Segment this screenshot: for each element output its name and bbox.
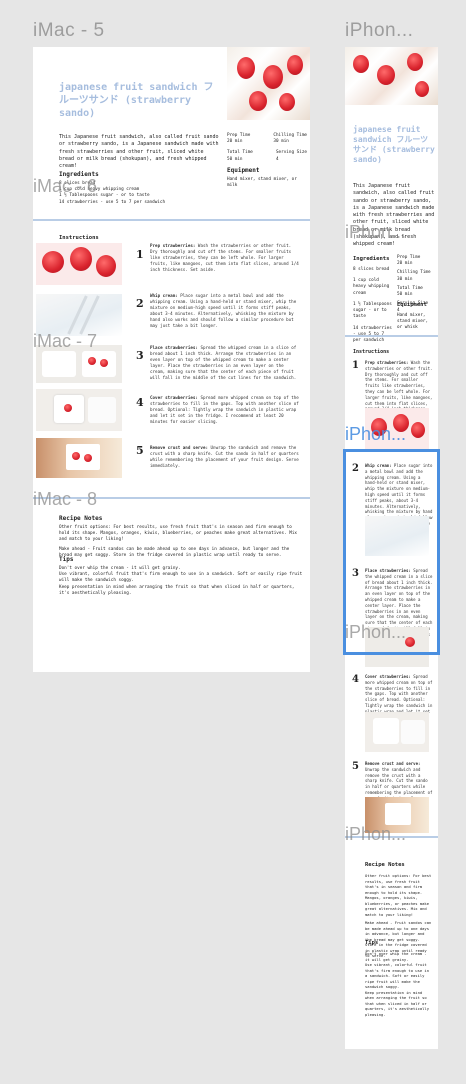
step-3-image bbox=[36, 345, 122, 383]
mobile-step-4-image bbox=[365, 712, 429, 752]
time-grid: Prep Time 20 min Chilling Time 30 min Tota… bbox=[227, 133, 307, 163]
total-time-value: 50 min bbox=[397, 292, 413, 298]
tip-item: Keep presentation in mind when arranging… bbox=[59, 584, 295, 596]
notes-block: Other fruit options: For best results, u… bbox=[59, 525, 304, 559]
mobile-step-1-image bbox=[365, 408, 429, 450]
tip-item: Keep presentation in mind when arranging… bbox=[365, 989, 430, 1017]
tip-item: Use vibrant, colorful fruit that's firm … bbox=[59, 572, 303, 584]
mobile-tips-block: Don't over whip the cream - it will get … bbox=[365, 951, 433, 1017]
step-3-text: Place strawberries: Spread the whipped c… bbox=[150, 345, 297, 381]
step-number: 4 bbox=[352, 674, 359, 685]
mobile-hero-image bbox=[345, 47, 438, 105]
mobile-recipe-title: japanese fruit sandwich フルーツサンド (strawbe… bbox=[353, 125, 435, 164]
frame-divider bbox=[345, 836, 438, 838]
mobile-equipment-value: Hand mixer, stand mixer, or whisk bbox=[397, 313, 429, 331]
ingredient-item: 1 cup cold heavy whipping cream bbox=[353, 278, 390, 296]
chill-time-value: 30 min bbox=[273, 139, 289, 145]
step-4-image bbox=[36, 389, 122, 431]
note-item: Other fruit options: For best results, u… bbox=[365, 873, 432, 917]
note-item: Make ahead - Fruit sandos can be made ah… bbox=[59, 546, 290, 558]
tip-item: Use vibrant, colorful fruit that's firm … bbox=[365, 962, 430, 989]
step-number: 1 bbox=[136, 248, 144, 261]
equipment-value: Hand mixer, stand mixer, or milk bbox=[227, 177, 297, 189]
step-number: 4 bbox=[136, 396, 144, 409]
ingredients-list: 8 slices bread 1 cup cold heavy whipping… bbox=[59, 181, 209, 206]
mobile-notes-heading: Recipe Notes bbox=[365, 862, 405, 868]
step-5-text: Remove crust and serve: Unwrap the sandw… bbox=[150, 445, 299, 469]
step-number: 2 bbox=[136, 297, 144, 310]
total-time-value: 50 min bbox=[227, 156, 243, 162]
equipment-heading: Equipment bbox=[227, 167, 260, 174]
frame-label-iphone-top[interactable]: iPhon... bbox=[345, 20, 413, 42]
step-2-image bbox=[36, 294, 122, 336]
recipe-title: japanese fruit sandwich フルーツサンド (strawbe… bbox=[59, 82, 214, 119]
ingredients-heading: Ingredients bbox=[59, 171, 99, 178]
prep-time-value: 20 min bbox=[227, 139, 243, 145]
chill-time-value: 30 min bbox=[397, 276, 413, 282]
mobile-ingredients-list: 8 slices bread 1 cup cold heavy whipping… bbox=[353, 267, 393, 344]
mobile-equipment-heading: Equipment bbox=[397, 302, 427, 308]
step-5-image bbox=[36, 438, 122, 478]
mobile-step-5-image bbox=[365, 797, 429, 833]
tips-heading: Tips bbox=[59, 556, 74, 563]
frame-label-imac-5[interactable]: iMac - 5 bbox=[33, 20, 105, 42]
servings-value: 4 bbox=[275, 156, 279, 162]
prep-time-value: 20 min bbox=[397, 261, 413, 267]
instructions-heading: Instructions bbox=[59, 235, 99, 241]
mobile-tips-heading: Tips bbox=[365, 940, 379, 946]
tip-item: Don't over whip the cream - it will get … bbox=[365, 951, 427, 962]
step-4-text: Cover strawberries: Spread more whipped … bbox=[150, 395, 299, 425]
frame-divider bbox=[33, 497, 310, 499]
note-item: Other fruit options: For best results, u… bbox=[59, 525, 297, 543]
frame-divider bbox=[345, 335, 438, 337]
desktop-frame: japanese fruit sandwich フルーツサンド (strawbe… bbox=[33, 47, 310, 672]
mobile-instructions-heading: Instructions bbox=[353, 349, 390, 355]
selected-frame-outline[interactable] bbox=[343, 449, 440, 655]
recipe-intro: This Japanese fruit sandwich, also calle… bbox=[59, 134, 219, 169]
step-number: 3 bbox=[136, 349, 144, 362]
mobile-recipe-intro: This Japanese fruit sandwich, also calle… bbox=[353, 183, 435, 247]
servings-label: Serving Size bbox=[275, 150, 307, 156]
ingredient-item: 14 strawberries - use 5 to 7 per sandwic… bbox=[59, 199, 166, 205]
step-number: 5 bbox=[352, 761, 359, 772]
total-time-label: Total Time bbox=[227, 150, 253, 156]
step-2-text: Whip cream: Place sugar into a metal bow… bbox=[150, 293, 297, 329]
ingredient-item: 1 ½ Tablespoons sugar - or to taste bbox=[353, 301, 392, 320]
mobile-ingredients-heading: Ingredients bbox=[353, 256, 390, 262]
step-1-text: Prep strawberries: Wash the strawberries… bbox=[150, 243, 299, 273]
step-number: 1 bbox=[352, 360, 359, 371]
tips-block: Don't over whip the cream - it will get … bbox=[59, 566, 304, 597]
step-1-image bbox=[36, 243, 122, 285]
ingredient-item: 8 slices bread bbox=[353, 267, 390, 272]
hero-image bbox=[227, 47, 310, 120]
frame-divider bbox=[33, 219, 310, 221]
notes-heading: Recipe Notes bbox=[59, 515, 103, 522]
step-number: 5 bbox=[136, 444, 144, 457]
